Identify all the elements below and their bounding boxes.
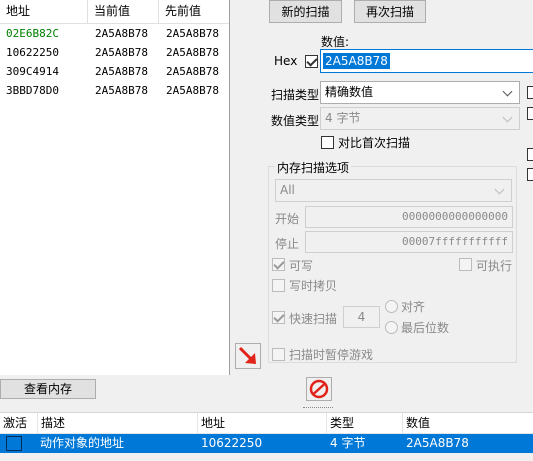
side-option-checkbox[interactable]: [527, 168, 533, 181]
last-digits-radio[interactable]: [385, 321, 398, 334]
chevron-down-icon: [495, 180, 505, 201]
column-active[interactable]: 激活: [0, 413, 38, 434]
fast-scan-label: 快速扫描: [289, 312, 338, 326]
stop-label: 停止: [275, 237, 300, 251]
value-label: 数值:: [321, 35, 350, 49]
column-previous-value[interactable]: 先前值: [159, 0, 229, 24]
scan-type-value: 精确数值: [325, 85, 374, 99]
column-address[interactable]: 地址: [198, 413, 327, 434]
value-type-value: 4 字节: [325, 111, 361, 125]
result-previous: 2A5A8B78: [166, 84, 219, 97]
entry-type: 4 字节: [330, 436, 366, 450]
pause-game-label: 扫描时暂停游戏: [289, 348, 374, 362]
value-type-select[interactable]: 4 字节: [320, 107, 520, 130]
last-digits-label: 最后位数: [401, 321, 450, 335]
add-to-list-button[interactable]: [235, 343, 261, 369]
new-scan-button[interactable]: 新的扫描: [269, 0, 342, 23]
compare-first-scan-checkbox[interactable]: [321, 136, 334, 149]
side-option-checkbox[interactable]: [527, 86, 533, 99]
result-address: 3BBD78D0: [6, 84, 59, 97]
align-radio[interactable]: [385, 300, 398, 313]
column-value[interactable]: 数值: [403, 413, 533, 434]
result-address: 02E6B82C: [6, 27, 59, 40]
stop-icon: [309, 379, 329, 399]
scan-type-select[interactable]: 精确数值: [320, 81, 520, 104]
entry-description: 动作对象的地址: [40, 436, 125, 450]
stop-button[interactable]: [306, 377, 332, 401]
fast-scan-alignment-input[interactable]: 4: [343, 306, 380, 328]
fast-scan-checkbox[interactable]: [272, 311, 285, 324]
copy-on-write-label: 写时拷贝: [289, 279, 338, 293]
result-previous: 2A5A8B78: [166, 46, 219, 59]
column-type[interactable]: 类型: [327, 413, 403, 434]
result-current: 2A5A8B78: [95, 84, 148, 97]
value-input-text: 2A5A8B78: [323, 53, 390, 69]
column-description[interactable]: 描述: [38, 413, 198, 434]
memory-scan-options-title: 内存扫描选项: [275, 159, 352, 176]
result-current: 2A5A8B78: [95, 65, 148, 78]
splitter-handle[interactable]: [0, 404, 533, 412]
result-row[interactable]: 02E6B82C 2A5A8B78 2A5A8B78: [0, 24, 229, 43]
stop-address-input[interactable]: 00007fffffffffff: [305, 231, 513, 253]
chevron-down-icon: [503, 108, 513, 129]
address-list-header: 激活 描述 地址 类型 数值: [0, 412, 533, 434]
result-current: 2A5A8B78: [95, 27, 148, 40]
result-current: 2A5A8B78: [95, 46, 148, 59]
address-list-row[interactable]: 动作对象的地址 10622250 4 字节 2A5A8B78: [0, 434, 533, 453]
result-previous: 2A5A8B78: [166, 65, 219, 78]
result-previous: 2A5A8B78: [166, 27, 219, 40]
copy-on-write-checkbox[interactable]: [272, 279, 285, 292]
start-address-input[interactable]: 0000000000000000: [305, 206, 513, 228]
hex-checkbox[interactable]: [305, 55, 318, 68]
result-row[interactable]: 10622250 2A5A8B78 2A5A8B78: [0, 43, 229, 62]
hex-label: Hex: [274, 54, 298, 68]
next-scan-button[interactable]: 再次扫描: [354, 0, 426, 23]
results-header: 地址 当前值 先前值: [0, 0, 229, 24]
executable-checkbox[interactable]: [459, 258, 472, 271]
value-type-label: 数值类型: [271, 114, 320, 128]
active-checkbox[interactable]: [6, 436, 22, 451]
memory-region-select[interactable]: All: [275, 179, 512, 202]
scan-type-label: 扫描类型: [271, 88, 320, 102]
side-option-checkbox[interactable]: [527, 148, 533, 161]
align-label: 对齐: [401, 300, 426, 314]
arrow-down-right-icon: [238, 346, 256, 364]
compare-first-scan-label: 对比首次扫描: [338, 136, 411, 150]
pause-game-checkbox[interactable]: [272, 348, 285, 361]
start-label: 开始: [275, 212, 300, 226]
result-address: 309C4914: [6, 65, 59, 78]
result-address: 10622250: [6, 46, 59, 59]
result-row[interactable]: 309C4914 2A5A8B78 2A5A8B78: [0, 62, 229, 81]
chevron-down-icon: [503, 82, 513, 103]
scan-results-list[interactable]: 地址 当前值 先前值 02E6B82C 2A5A8B78 2A5A8B78 10…: [0, 0, 230, 375]
column-address[interactable]: 地址: [0, 0, 88, 24]
result-row[interactable]: 3BBD78D0 2A5A8B78 2A5A8B78: [0, 81, 229, 100]
side-option-checkbox[interactable]: [527, 107, 533, 120]
column-current-value[interactable]: 当前值: [88, 0, 159, 24]
entry-address: 10622250: [201, 436, 263, 450]
entry-value: 2A5A8B78: [406, 436, 469, 450]
writable-checkbox[interactable]: [272, 258, 285, 271]
value-input[interactable]: 2A5A8B78: [320, 49, 533, 73]
executable-label: 可执行: [476, 259, 513, 273]
memory-region-value: All: [280, 183, 295, 197]
splitter-grip: [303, 407, 333, 409]
view-memory-button[interactable]: 查看内存: [0, 379, 96, 399]
writable-label: 可写: [289, 259, 314, 273]
